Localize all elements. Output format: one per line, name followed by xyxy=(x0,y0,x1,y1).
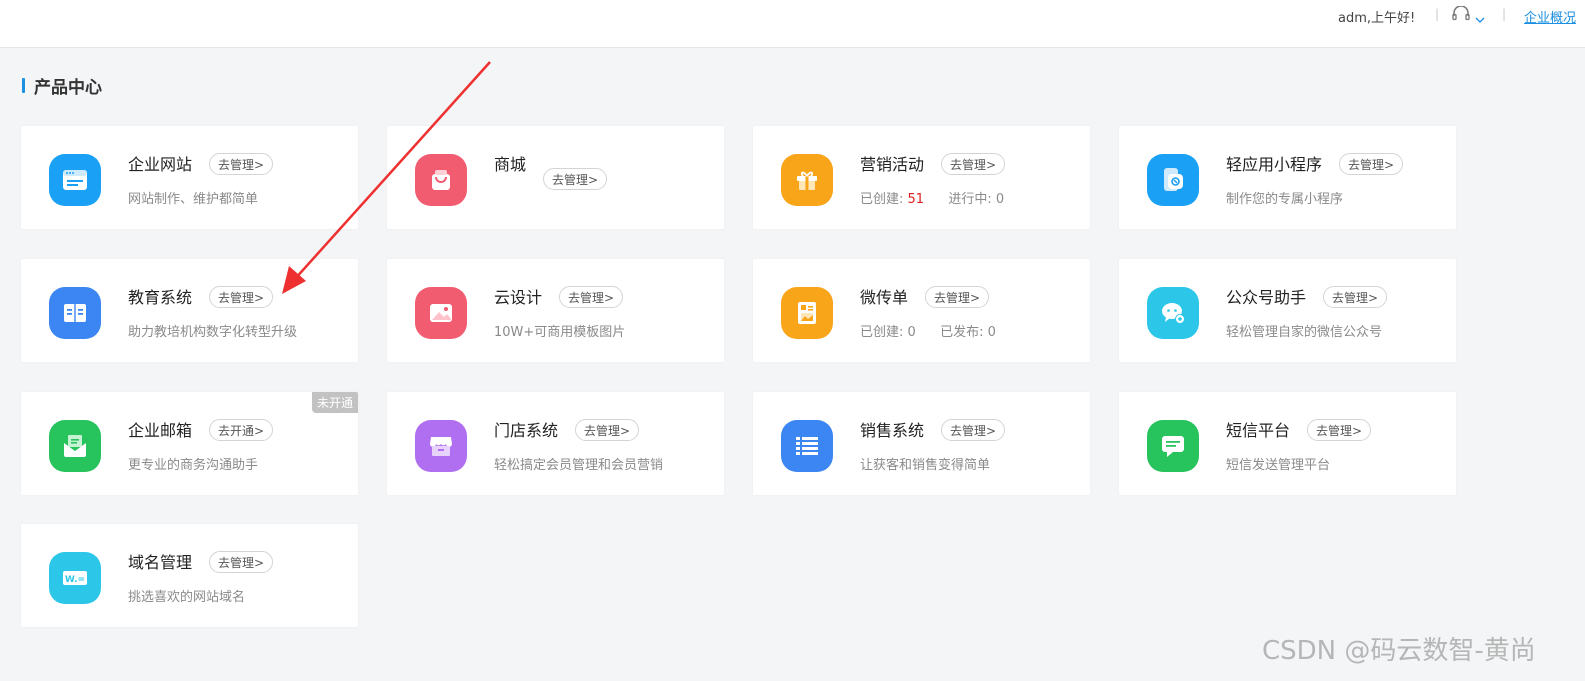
product-desc: 短信发送管理平台 xyxy=(1226,458,1331,473)
domain-icon: W.= xyxy=(49,552,101,604)
shopping-bag-icon xyxy=(415,154,467,206)
product-card-website[interactable]: 企业网站 去管理> 网站制作、维护都简单 xyxy=(21,126,358,229)
separator: | xyxy=(1435,7,1440,21)
greeting-text: adm,上午好! xyxy=(1338,11,1416,26)
manage-button[interactable]: 去管理> xyxy=(559,286,624,308)
product-card-education[interactable]: 教育系统 去管理> 助力教培机构数字化转型升级 xyxy=(21,259,358,362)
stat-value-ongoing: 0 xyxy=(995,192,1005,207)
domain-icon-text: W.= xyxy=(65,575,85,585)
customer-service-icon[interactable] xyxy=(1451,5,1471,22)
top-bar: adm,上午好! | | 企业概况 xyxy=(0,0,1585,48)
store-icon xyxy=(415,420,467,472)
product-card-mini-program[interactable]: 轻应用小程序 去管理> 制作您的专属小程序 xyxy=(1119,126,1456,229)
stat-value-created: 51 xyxy=(907,192,925,207)
title-accent-bar xyxy=(22,77,25,93)
mail-icon xyxy=(49,420,101,472)
product-name: 销售系统 xyxy=(860,421,925,440)
stat-label: 已发布: xyxy=(940,325,984,340)
product-name: 门店系统 xyxy=(494,421,559,440)
product-card-domain[interactable]: W.= 域名管理 去管理> 挑选喜欢的网站域名 xyxy=(21,524,358,627)
manage-button[interactable]: 去管理> xyxy=(209,153,274,175)
product-card-sms[interactable]: 短信平台 去管理> 短信发送管理平台 xyxy=(1119,392,1456,495)
product-name: 企业邮箱 xyxy=(128,421,193,440)
product-desc: 更专业的商务沟通助手 xyxy=(128,458,259,473)
product-card-cloud-design[interactable]: 云设计 去管理> 10W+可商用模板图片 xyxy=(387,259,724,362)
manage-button[interactable]: 去管理> xyxy=(925,286,990,308)
section-title-text: 产品中心 xyxy=(34,77,102,98)
manage-button[interactable]: 去管理> xyxy=(941,419,1006,441)
product-desc: 挑选喜欢的网站域名 xyxy=(128,590,246,605)
enterprise-overview-link[interactable]: 企业概况 xyxy=(1524,7,1576,26)
product-desc: 轻松搞定会员管理和会员营销 xyxy=(494,458,664,473)
product-stats: 已创建: 51 进行中: 0 xyxy=(860,188,1004,207)
manage-button[interactable]: 去管理> xyxy=(543,168,608,190)
product-desc: 轻松管理自家的微信公众号 xyxy=(1226,325,1383,340)
not-activated-badge: 未开通 xyxy=(311,392,358,413)
product-card-store[interactable]: 门店系统 去管理> 轻松搞定会员管理和会员营销 xyxy=(387,392,724,495)
product-name: 营销活动 xyxy=(860,155,925,174)
product-name: 商城 xyxy=(494,155,527,174)
stat-label: 已创建: xyxy=(860,325,904,340)
product-card-mall[interactable]: 商城 去管理> xyxy=(387,126,724,229)
product-desc: 让获客和销售变得简单 xyxy=(860,458,991,473)
wechat-icon xyxy=(1147,287,1199,339)
product-name: 云设计 xyxy=(494,288,543,307)
stat-value-created: 0 xyxy=(907,325,916,340)
product-stats: 已创建: 0 已发布: 0 xyxy=(860,321,996,340)
product-name: 企业网站 xyxy=(128,155,193,174)
manage-button[interactable]: 去管理> xyxy=(209,551,274,573)
product-name: 域名管理 xyxy=(128,553,193,572)
chevron-down-icon[interactable] xyxy=(1475,9,1485,23)
product-name: 公众号助手 xyxy=(1226,288,1307,307)
watermark-text: CSDN @码云数智-黄尚 xyxy=(1262,636,1536,666)
stat-label: 已创建: xyxy=(860,192,904,207)
product-card-marketing[interactable]: 营销活动 去管理> 已创建: 51 进行中: 0 xyxy=(753,126,1090,229)
image-icon xyxy=(415,287,467,339)
section-title: 产品中心 xyxy=(22,75,102,98)
manage-button[interactable]: 去管理> xyxy=(209,286,274,308)
flyer-icon xyxy=(781,287,833,339)
gift-icon xyxy=(781,154,833,206)
product-desc: 制作您的专属小程序 xyxy=(1226,192,1344,207)
separator: | xyxy=(1502,7,1507,21)
book-icon xyxy=(49,287,101,339)
sms-icon xyxy=(1147,420,1199,472)
product-desc: 10W+可商用模板图片 xyxy=(494,325,626,340)
mini-program-icon xyxy=(1147,154,1199,206)
stat-label: 进行中: xyxy=(948,192,992,207)
product-name: 教育系统 xyxy=(128,288,193,307)
manage-button[interactable]: 去管理> xyxy=(575,419,640,441)
product-name: 短信平台 xyxy=(1226,421,1291,440)
list-icon xyxy=(781,420,833,472)
activate-button[interactable]: 去开通> xyxy=(209,419,274,441)
product-card-flyer[interactable]: 微传单 去管理> 已创建: 0 已发布: 0 xyxy=(753,259,1090,362)
stat-value-published: 0 xyxy=(987,325,996,340)
product-card-sales[interactable]: 销售系统 去管理> 让获客和销售变得简单 xyxy=(753,392,1090,495)
manage-button[interactable]: 去管理> xyxy=(1339,153,1404,175)
product-desc: 助力教培机构数字化转型升级 xyxy=(128,325,298,340)
product-card-wechat-assistant[interactable]: 公众号助手 去管理> 轻松管理自家的微信公众号 xyxy=(1119,259,1456,362)
manage-button[interactable]: 去管理> xyxy=(1307,419,1372,441)
product-name: 轻应用小程序 xyxy=(1226,155,1323,174)
product-name: 微传单 xyxy=(860,288,909,307)
manage-button[interactable]: 去管理> xyxy=(1323,286,1388,308)
website-icon xyxy=(49,154,101,206)
product-card-email[interactable]: 未开通 企业邮箱 去开通> 更专业的商务沟通助手 xyxy=(21,392,358,495)
manage-button[interactable]: 去管理> xyxy=(941,153,1006,175)
product-desc: 网站制作、维护都简单 xyxy=(128,192,259,207)
